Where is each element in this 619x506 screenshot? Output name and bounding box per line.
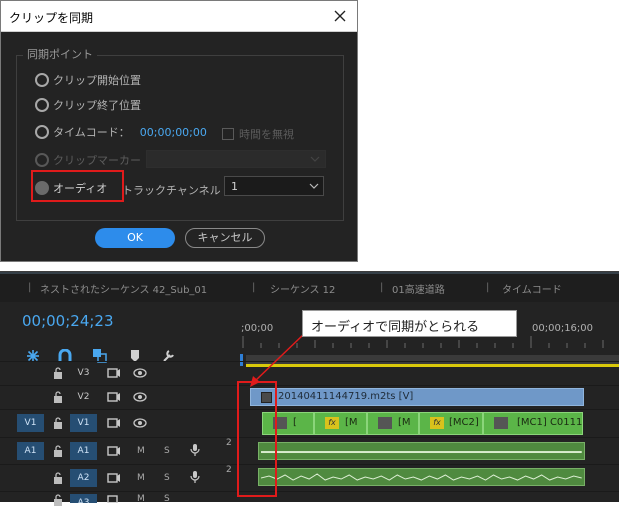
audio-clip-a2[interactable] — [258, 468, 585, 486]
lock-icon[interactable] — [53, 445, 63, 457]
source-patch-a1[interactable]: A1 — [17, 442, 44, 460]
timecode-field[interactable]: 00;00;00;00 — [140, 126, 207, 139]
ruler-label-16s: 00;00;16;00 — [532, 323, 594, 334]
lock-icon[interactable] — [53, 367, 63, 379]
eye-icon[interactable] — [133, 417, 147, 429]
dialog-body: 同期ポイント クリップ開始位置 クリップ終了位置 タイムコード： 00;00;0… — [1, 33, 357, 261]
cancel-button[interactable]: キャンセル — [185, 228, 265, 248]
solo-button[interactable]: S — [164, 473, 170, 483]
toggle-sync-lock-icon[interactable] — [107, 445, 121, 457]
track-name-v3[interactable]: V3 — [70, 364, 97, 382]
dialog-titlebar: クリップを同期 — [1, 1, 357, 32]
tab-sequence-12[interactable]: シーケンス 12 — [270, 281, 335, 296]
waveform — [261, 473, 582, 481]
clip-v1-5[interactable]: [MC1] C0111 — [483, 412, 583, 435]
fx-icon: fx — [325, 417, 339, 429]
tab-nested-sequence[interactable]: ネストされたシーケンス 42_Sub_01 — [40, 281, 207, 296]
chevron-down-icon — [310, 156, 320, 162]
microphone-icon[interactable] — [188, 471, 202, 483]
clip-v1-4[interactable]: fx [MC2] — [419, 412, 483, 435]
checkbox-icon[interactable] — [222, 128, 234, 140]
chevron-down-icon — [309, 183, 319, 189]
ok-button[interactable]: OK — [95, 228, 175, 248]
clip-marker-select[interactable] — [146, 150, 326, 168]
lock-icon[interactable] — [53, 494, 63, 506]
sync-clips-dialog: クリップを同期 同期ポイント クリップ開始位置 クリップ終了位置 タイムコード：… — [0, 0, 358, 262]
solo-button[interactable]: S — [164, 494, 170, 504]
lock-icon[interactable] — [53, 391, 63, 403]
option-clip-start[interactable]: クリップ開始位置 — [35, 71, 141, 89]
mute-button[interactable]: M — [137, 446, 145, 456]
clip-badge-icon — [378, 417, 392, 429]
sequence-tab-bar: | ネストされたシーケンス 42_Sub_01 | シーケンス 12 | 01高… — [0, 272, 619, 302]
microphone-icon[interactable] — [188, 444, 202, 456]
track-channel-label: トラックチャンネル — [122, 184, 221, 197]
callout-arrow — [250, 333, 305, 387]
track-channel-select[interactable]: 1 — [224, 176, 324, 196]
ignore-time-checkbox[interactable]: 時間を無視 — [222, 126, 294, 142]
tab-timecode[interactable]: タイムコード — [502, 281, 562, 296]
eye-icon[interactable] — [133, 367, 147, 379]
toggle-sync-lock-icon[interactable] — [107, 391, 121, 403]
solo-button[interactable]: S — [164, 446, 170, 456]
close-icon[interactable] — [329, 5, 351, 27]
channel-count: 2 — [226, 438, 232, 448]
track-name-a1[interactable]: A1 — [70, 442, 97, 460]
mute-button[interactable]: M — [137, 494, 145, 504]
clip-v1-3[interactable]: [M — [367, 412, 419, 435]
channel-count: 2 — [226, 465, 232, 475]
option-timecode[interactable]: タイムコード： 00;00;00;00 — [35, 123, 207, 141]
playhead-timecode[interactable]: 00;00;24;23 — [22, 312, 114, 330]
callout-box: オーディオで同期がとられる — [302, 310, 517, 337]
radio-icon[interactable] — [35, 98, 49, 112]
track-name-v2[interactable]: V2 — [70, 388, 97, 406]
option-clip-end[interactable]: クリップ終了位置 — [35, 96, 141, 114]
audio-clip-a1[interactable] — [258, 442, 585, 460]
toggle-sync-lock-icon[interactable] — [107, 417, 121, 429]
lock-icon[interactable] — [53, 417, 63, 429]
dialog-title: クリップを同期 — [9, 11, 94, 25]
fx-icon: fx — [430, 417, 444, 429]
track-name-a2[interactable]: A2 — [70, 469, 97, 487]
sync-highlight-box — [237, 381, 277, 497]
lock-icon[interactable] — [53, 472, 63, 484]
radio-icon[interactable] — [35, 125, 49, 139]
sync-point-legend: 同期ポイント — [23, 46, 97, 62]
timeline-panel: | ネストされたシーケンス 42_Sub_01 | シーケンス 12 | 01高… — [0, 271, 619, 506]
audio-highlight-box — [31, 170, 124, 202]
clip-badge-icon — [494, 417, 508, 429]
radio-icon[interactable] — [35, 73, 49, 87]
tab-highway[interactable]: 01高速道路 — [392, 281, 445, 296]
toggle-sync-lock-icon[interactable] — [107, 472, 121, 484]
clip-v1-2[interactable]: fx [M — [314, 412, 367, 435]
toggle-sync-lock-icon[interactable] — [107, 367, 121, 379]
option-clip-marker[interactable]: クリップマーカー — [35, 151, 141, 169]
mute-button[interactable]: M — [137, 473, 145, 483]
radio-icon[interactable] — [35, 153, 49, 167]
track-name-v1[interactable]: V1 — [70, 414, 97, 432]
waveform — [261, 451, 582, 454]
source-patch-v1[interactable]: V1 — [17, 414, 44, 432]
eye-icon[interactable] — [133, 391, 147, 403]
